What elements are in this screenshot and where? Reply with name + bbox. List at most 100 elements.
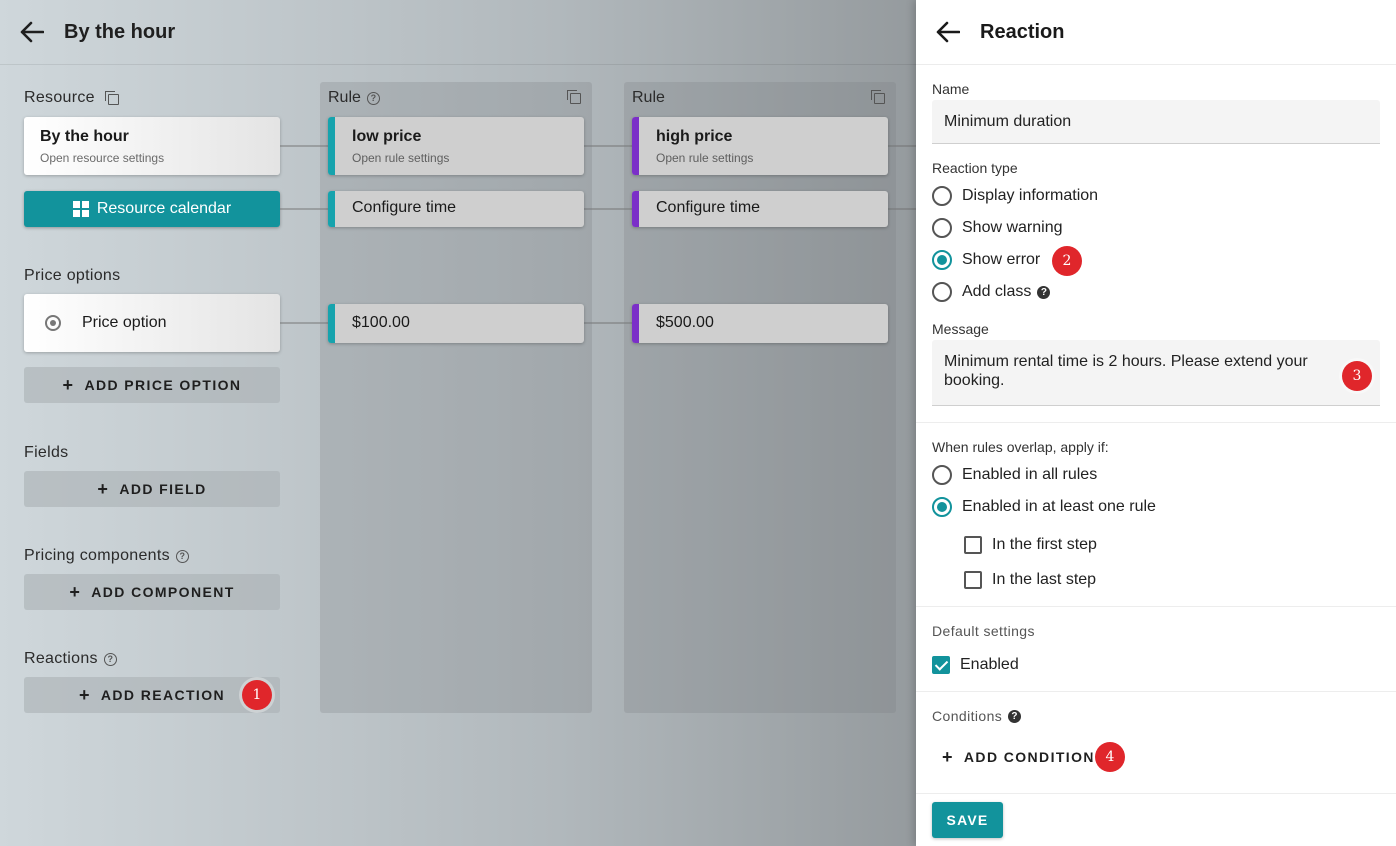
overlap-label: When rules overlap, apply if: bbox=[932, 439, 1109, 455]
reaction-panel: Reaction Name Reaction type Display info… bbox=[916, 0, 1396, 846]
rule-price-field[interactable]: $100.00 bbox=[328, 304, 584, 343]
help-icon[interactable]: ? bbox=[1008, 709, 1022, 723]
step-last-checkbox[interactable]: In the last step bbox=[964, 571, 1096, 589]
divider bbox=[916, 691, 1396, 692]
message-label: Message bbox=[932, 321, 989, 337]
option-label: Add class bbox=[962, 283, 1032, 300]
plus-icon: + bbox=[942, 747, 954, 767]
reaction-type-add-class[interactable]: Add class ? bbox=[932, 282, 1051, 302]
reaction-type-show-warning[interactable]: Show warning bbox=[932, 218, 1063, 238]
grid-icon bbox=[72, 201, 89, 217]
help-icon[interactable]: ? bbox=[103, 652, 117, 666]
panel-header: Reaction bbox=[916, 0, 1396, 65]
fields-label: Fields bbox=[24, 444, 69, 461]
rule-price: $500.00 bbox=[656, 314, 714, 331]
help-icon[interactable]: ? bbox=[175, 549, 189, 563]
rule-color-stripe bbox=[632, 304, 639, 343]
rule-card-high-price[interactable]: high price Open rule settings bbox=[632, 117, 888, 175]
option-label: Display information bbox=[962, 187, 1099, 204]
back-arrow-icon[interactable] bbox=[20, 21, 44, 43]
reaction-type-show-error[interactable]: Show error bbox=[932, 250, 1040, 270]
message-textarea[interactable]: Minimum rental time is 2 hours. Please e… bbox=[932, 340, 1380, 406]
conditions-label: Conditions ? bbox=[932, 708, 1022, 724]
price-option-label: Price option bbox=[82, 314, 167, 331]
add-price-option-button[interactable]: + ADD PRICE OPTION bbox=[24, 367, 280, 403]
back-arrow-icon[interactable] bbox=[936, 21, 960, 43]
option-label: Enabled in all rules bbox=[962, 466, 1098, 483]
divider bbox=[916, 606, 1396, 607]
add-condition-button[interactable]: + ADD CONDITION bbox=[942, 747, 1095, 767]
option-label: Show warning bbox=[962, 219, 1063, 236]
plus-icon: + bbox=[69, 582, 82, 602]
radio-selected-icon bbox=[932, 497, 952, 517]
radio-selected-icon bbox=[932, 250, 952, 270]
resource-calendar-button[interactable]: Resource calendar bbox=[24, 191, 280, 227]
resource-label: Resource bbox=[24, 89, 119, 107]
checkbox-checked-icon bbox=[932, 656, 950, 674]
rule-subtitle: Open rule settings bbox=[656, 151, 754, 165]
editor-title: By the hour bbox=[64, 21, 176, 43]
rule-column-1 bbox=[320, 82, 592, 713]
configure-time-button[interactable]: Configure time bbox=[328, 191, 584, 227]
help-icon[interactable]: ? bbox=[1037, 285, 1051, 299]
resource-calendar-label: Resource calendar bbox=[96, 200, 232, 217]
save-button[interactable]: SAVE bbox=[932, 802, 1003, 838]
option-label: In the first step bbox=[992, 536, 1097, 553]
add-component-button[interactable]: + ADD COMPONENT bbox=[24, 574, 280, 610]
overlap-enabled-all-rules[interactable]: Enabled in all rules bbox=[932, 465, 1097, 485]
add-field-button[interactable]: + ADD FIELD bbox=[24, 471, 280, 507]
rule-color-stripe bbox=[632, 117, 639, 175]
resource-card[interactable]: By the hour Open resource settings bbox=[24, 117, 280, 175]
rule-price-field[interactable]: $500.00 bbox=[632, 304, 888, 343]
copy-icon[interactable] bbox=[104, 91, 119, 105]
radio-icon bbox=[932, 186, 952, 206]
divider bbox=[916, 793, 1396, 794]
price-option-radio-icon bbox=[45, 315, 61, 331]
option-label: Show error bbox=[962, 251, 1041, 268]
resource-label-text: Resource bbox=[24, 89, 95, 106]
overlap-enabled-at-least-one[interactable]: Enabled in at least one rule bbox=[932, 497, 1156, 517]
resource-card-title: By the hour bbox=[40, 128, 129, 145]
rule-header-1: Rule ? bbox=[328, 89, 380, 107]
divider bbox=[916, 422, 1396, 423]
copy-icon[interactable] bbox=[567, 90, 581, 104]
step-first-checkbox[interactable]: In the first step bbox=[964, 536, 1097, 554]
pricing-components-text: Pricing components bbox=[24, 547, 170, 564]
plus-icon: + bbox=[62, 375, 75, 395]
step-badge-3: 3 bbox=[1342, 361, 1372, 391]
add-component-label: ADD COMPONENT bbox=[91, 584, 235, 600]
checkbox-icon bbox=[964, 571, 982, 589]
price-option-card[interactable]: Price option bbox=[24, 294, 280, 352]
enabled-checkbox[interactable]: Enabled bbox=[932, 656, 1019, 674]
rule-color-stripe bbox=[632, 191, 639, 227]
option-label: In the last step bbox=[992, 571, 1097, 588]
editor-header: By the hour bbox=[0, 0, 916, 65]
add-condition-label: ADD CONDITION bbox=[963, 749, 1095, 765]
rule-card-low-price[interactable]: low price Open rule settings bbox=[328, 117, 584, 175]
reaction-type-display-information[interactable]: Display information bbox=[932, 186, 1098, 206]
rule-title: low price bbox=[352, 128, 422, 145]
reactions-text: Reactions bbox=[24, 650, 98, 667]
radio-icon bbox=[932, 465, 952, 485]
configure-time-label: Configure time bbox=[656, 199, 761, 216]
add-field-label: ADD FIELD bbox=[119, 481, 207, 497]
rule-subtitle: Open rule settings bbox=[352, 151, 450, 165]
plus-icon: + bbox=[97, 479, 110, 499]
plus-icon: + bbox=[78, 685, 91, 705]
resource-card-subtitle: Open resource settings bbox=[40, 151, 165, 165]
rule-color-stripe bbox=[328, 117, 335, 175]
option-label: Enabled in at least one rule bbox=[962, 498, 1156, 515]
rule-color-stripe bbox=[328, 304, 335, 343]
copy-icon[interactable] bbox=[871, 90, 885, 104]
configure-time-button[interactable]: Configure time bbox=[632, 191, 888, 227]
rule-price: $100.00 bbox=[352, 314, 410, 331]
conditions-text: Conditions bbox=[932, 708, 1003, 724]
rule-column-2 bbox=[624, 82, 896, 713]
help-icon[interactable]: ? bbox=[366, 91, 380, 105]
add-reaction-label: ADD REACTION bbox=[100, 687, 226, 703]
option-label: Enabled bbox=[960, 656, 1019, 673]
rule-title: high price bbox=[656, 128, 733, 145]
checkbox-icon bbox=[964, 536, 982, 554]
panel-title: Reaction bbox=[980, 21, 1065, 43]
name-input[interactable] bbox=[932, 100, 1380, 144]
